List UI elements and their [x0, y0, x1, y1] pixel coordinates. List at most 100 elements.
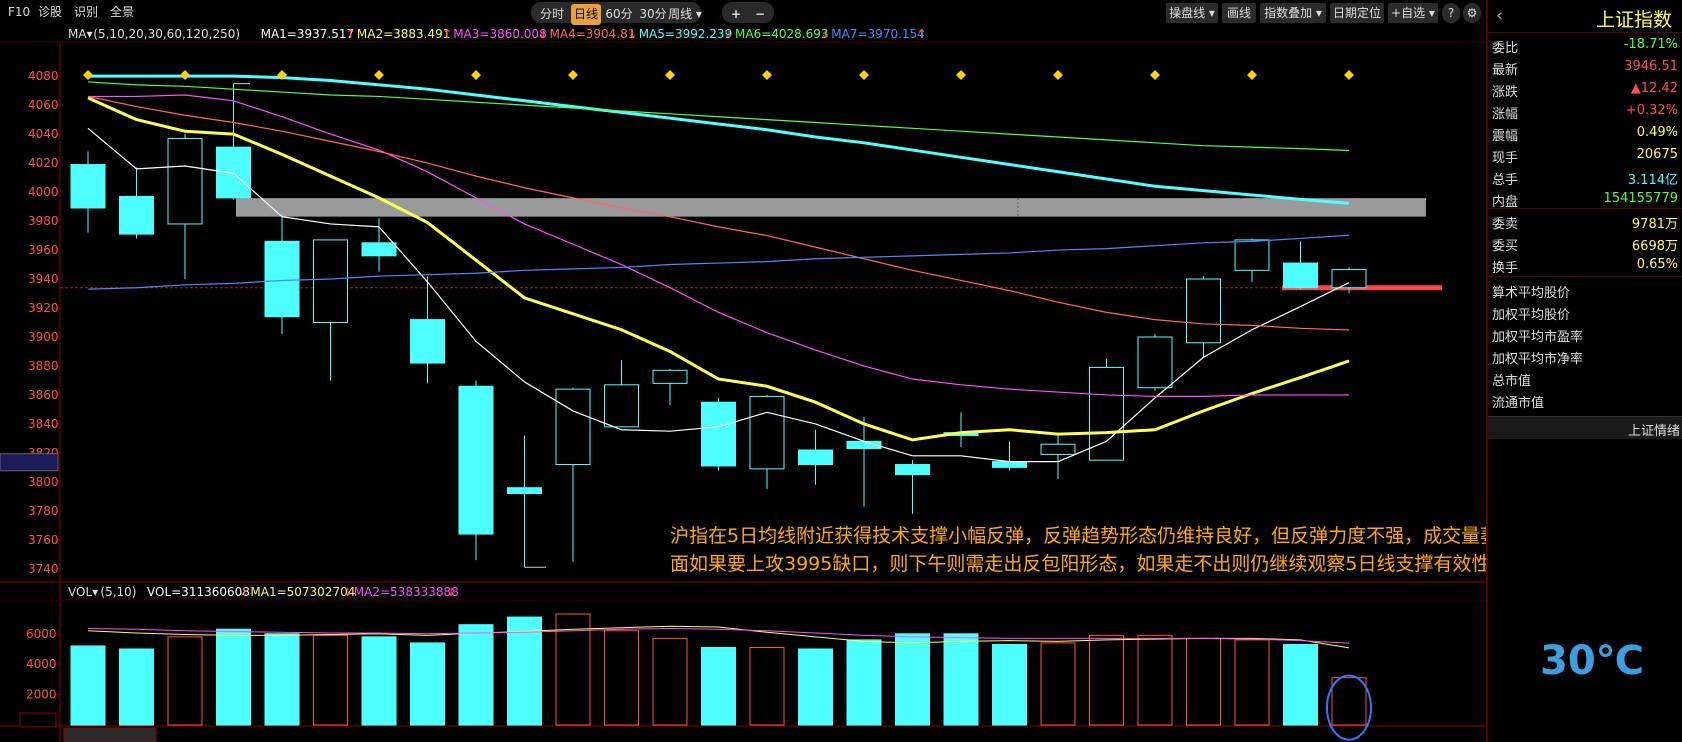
ma-legend-arrow: ↓ — [820, 27, 830, 41]
zoom-out-button[interactable]: − — [750, 4, 770, 25]
candle-down — [119, 195, 154, 235]
price-tick-label: 3900 — [28, 330, 59, 344]
price-tick-label: 4040 — [28, 127, 59, 141]
volume-bar-down — [798, 648, 833, 726]
metric-label: 总市值 — [1492, 374, 1532, 389]
index-overlay-button[interactable]: 指数叠加 ▾ — [1260, 3, 1326, 23]
quote-value: 6698万 — [1631, 239, 1678, 254]
vol-legend-value: MA1=507302704 — [250, 585, 355, 599]
metric-label: 算术平均股价 — [1492, 286, 1571, 301]
quote-label: 委买 — [1492, 239, 1519, 254]
metric-label: 流通市值 — [1492, 396, 1545, 411]
volume-bar-up — [652, 637, 688, 726]
chart-background — [0, 26, 1486, 583]
candle-up — [1137, 336, 1173, 389]
period-selector: 分时 日线 60分 30分 周线 ▾ — [531, 2, 703, 25]
quote-value: ▲12.42 — [1630, 81, 1678, 96]
candle-up — [1186, 278, 1221, 344]
volume-chart[interactable]: 200040006000 VOL▾ (5,10) VOL=311360608↓ MA1… — [0, 583, 1486, 742]
price-tick-label: 4080 — [28, 69, 59, 83]
volume-tick-label: 6000 — [26, 627, 57, 641]
cursor-price-box — [0, 453, 59, 472]
candle-up — [749, 395, 785, 470]
price-tick-label: 4000 — [28, 185, 59, 199]
identify-button[interactable]: 识别 — [70, 3, 102, 22]
add-watchlist-button[interactable]: +自选 ▾ — [1388, 3, 1438, 23]
metric-label: 加权平均股价 — [1492, 308, 1571, 323]
candle-down — [992, 461, 1027, 468]
price-tick-label: 3920 — [28, 301, 59, 315]
trade-line-button[interactable]: 操盘线 ▾ — [1166, 3, 1218, 23]
quote-value: 3.114亿 — [1627, 173, 1678, 188]
candle-down — [410, 319, 445, 364]
volume-tick-label: 2000 — [26, 688, 57, 702]
indicator-selector-box — [63, 727, 157, 742]
period-tab-daily[interactable]: 日线 — [571, 4, 601, 25]
period-tab-60min[interactable]: 60分 — [603, 4, 635, 25]
volume-bar-down — [410, 642, 445, 726]
f10-button[interactable]: F10 — [4, 3, 34, 22]
settings-icon[interactable]: ⚙ — [1463, 3, 1481, 23]
candle-down — [361, 242, 397, 257]
period-tab-30min[interactable]: 30分 — [637, 4, 669, 25]
volume-bar-down — [507, 616, 542, 726]
diagnose-button[interactable]: 诊股 — [34, 3, 66, 22]
temperature-indicator: 30℃ — [1540, 638, 1645, 684]
price-tick-label: 3840 — [28, 417, 59, 431]
volume-bar-up — [1137, 634, 1173, 726]
ma-legend-arrow: ↑ — [346, 27, 356, 41]
top-toolbar: F10 诊股 识别 全景 分时 日线 60分 30分 周线 ▾ + − 操盘线 … — [0, 0, 1485, 27]
ma-menu-label: MA▾ — [68, 27, 93, 41]
volume-bar-up — [1089, 634, 1124, 726]
quote-row: 现手 20675 — [1492, 144, 1678, 166]
volume-bar-down — [1283, 643, 1318, 726]
sentiment-tab[interactable]: 上证情绪 — [1488, 416, 1682, 439]
volume-bar-down — [992, 643, 1027, 726]
quote-value: 9781万 — [1631, 217, 1678, 232]
ma-legend-value: MA6=4028.693 — [735, 27, 829, 41]
draw-line-button[interactable]: 画线 — [1222, 3, 1256, 23]
volume-bar-down — [943, 633, 979, 726]
candle-down — [1283, 262, 1318, 289]
zoom-controls: + − — [722, 2, 774, 23]
ma-legend-arrow: ↑ — [917, 27, 927, 41]
vol-legend-value: VOL=311360608 — [147, 585, 250, 599]
candle-up — [1234, 239, 1270, 271]
metric-label: 加权平均市盈率 — [1492, 330, 1584, 345]
volume-bar-down — [701, 646, 736, 726]
panorama-button[interactable]: 全景 — [106, 3, 138, 22]
help-icon[interactable]: ? — [1442, 3, 1460, 23]
candle-up — [652, 369, 688, 384]
quote-panel: ‹ 上证指数 委比 -18.71% 最新 3946.51 涨跌 ▲12.42 涨幅 +0.32… — [1486, 0, 1682, 742]
quote-row: 涨幅 +0.32% — [1492, 100, 1678, 122]
quote-label: 换手 — [1492, 261, 1519, 276]
quote-value: +0.32% — [1625, 103, 1678, 118]
quote-label: 震幅 — [1492, 129, 1519, 144]
quote-label: 委卖 — [1492, 217, 1519, 232]
quote-value: 20675 — [1636, 147, 1678, 162]
period-tab-intraday[interactable]: 分时 — [535, 4, 569, 25]
candle-up — [167, 137, 203, 225]
quote-label: 最新 — [1492, 63, 1519, 78]
zoom-in-button[interactable]: + — [726, 4, 746, 25]
volume-bar-up — [313, 634, 348, 726]
price-tick-label: 3880 — [28, 359, 59, 373]
candle-down — [701, 401, 736, 467]
price-tick-label: 3800 — [28, 475, 59, 489]
vol-menu-label: VOL▾ — [68, 585, 98, 599]
volume-bar-up — [604, 630, 639, 726]
ma-legend-arrow: ↑ — [442, 27, 452, 41]
quote-label: 涨幅 — [1492, 107, 1519, 122]
period-tab-weekly[interactable]: 周线 ▾ — [667, 4, 703, 25]
volume-bar-up — [1234, 639, 1270, 726]
vol-legend-value: MA2=538333888 — [354, 585, 459, 599]
quote-value: 0.49% — [1636, 125, 1678, 140]
price-tick-label: 4020 — [28, 156, 59, 170]
quote-row: 震幅 0.49% — [1492, 122, 1678, 144]
ma-legend-arrow: ↓ — [628, 27, 638, 41]
vol-params-label: (5,10) — [100, 585, 136, 599]
back-chevron-icon[interactable]: ‹ — [1496, 5, 1503, 26]
kline-chart[interactable]: 3740376037803800382038403860388039003920… — [0, 26, 1486, 583]
candle-up — [313, 239, 348, 323]
date-locate-button[interactable]: 日期定位 — [1330, 3, 1384, 23]
